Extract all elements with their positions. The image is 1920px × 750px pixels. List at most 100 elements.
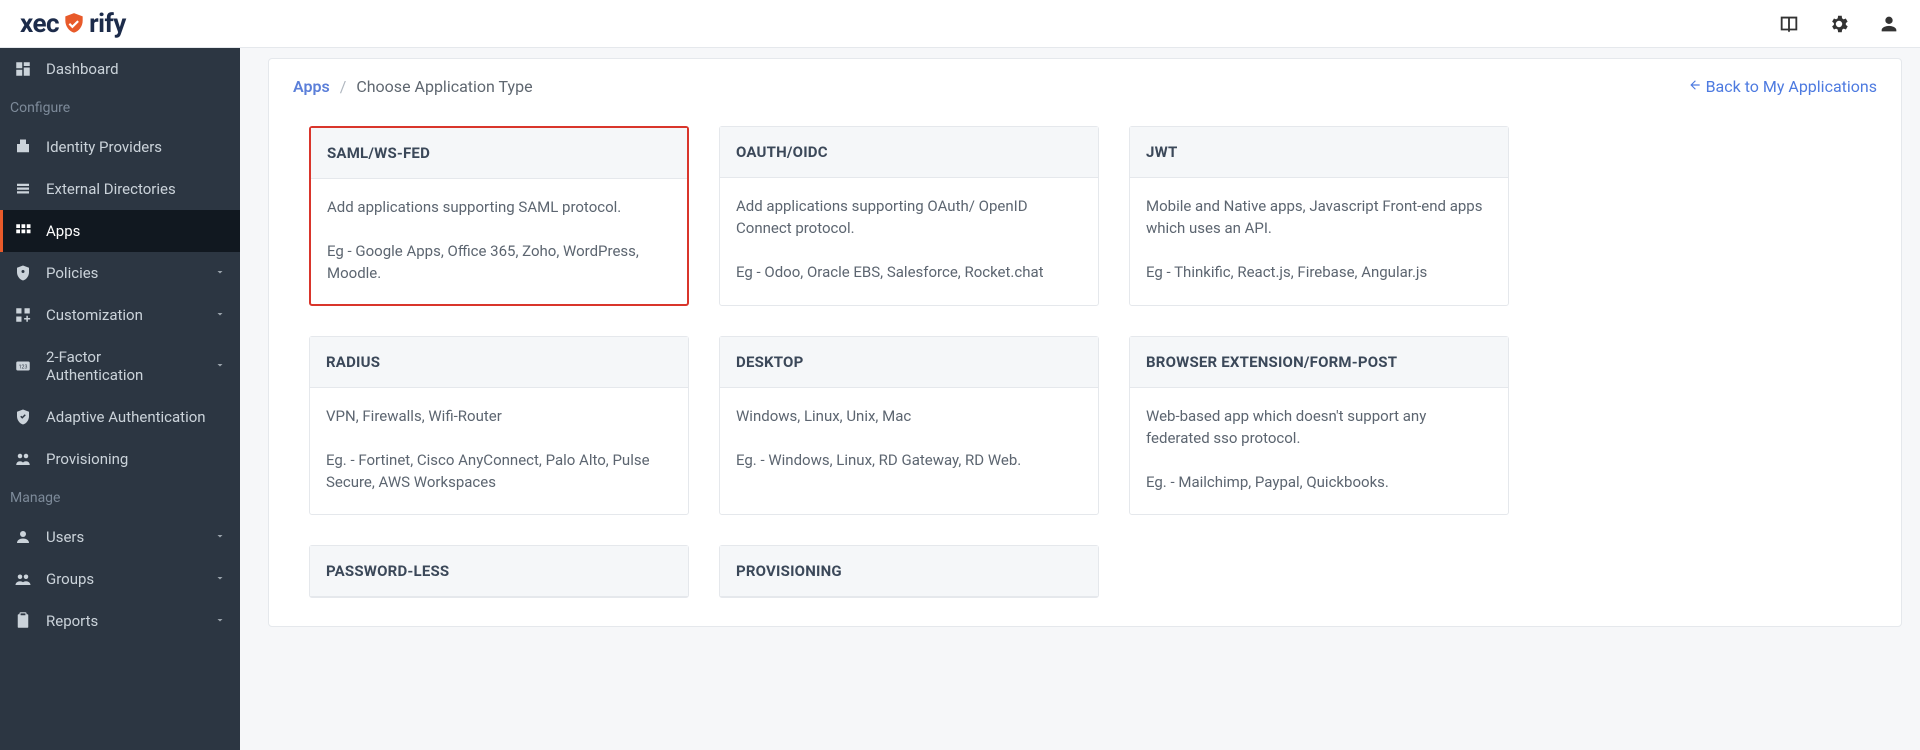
sidebar-item-reports[interactable]: Reports [0, 600, 240, 642]
dashboard-icon [14, 60, 32, 78]
sidebar: Dashboard Configure Identity Providers E… [0, 48, 240, 750]
card-example: Eg - Thinkific, React.js, Firebase, Angu… [1146, 262, 1492, 284]
sidebar-item-label: Groups [46, 570, 94, 588]
card-body: Windows, Linux, Unix, Mac Eg. - Windows,… [720, 388, 1098, 492]
breadcrumb-root[interactable]: Apps [293, 77, 330, 96]
card-browser-extension[interactable]: BROWSER EXTENSION/FORM-POST Web-based ap… [1129, 336, 1509, 514]
card-body: Mobile and Native apps, Javascript Front… [1130, 178, 1508, 303]
card-example: Eg. - Mailchimp, Paypal, Quickbooks. [1146, 472, 1492, 494]
sidebar-section-configure: Configure [0, 90, 240, 126]
card-example: Eg - Odoo, Oracle EBS, Salesforce, Rocke… [736, 262, 1082, 284]
card-title: SAML/WS-FED [311, 128, 687, 179]
shield-check-icon [14, 408, 32, 426]
card-desc: Add applications supporting SAML protoco… [327, 197, 671, 219]
list-icon [14, 180, 32, 198]
sidebar-item-label: Adaptive Authentication [46, 408, 206, 426]
back-link-label: Back to My Applications [1706, 77, 1877, 96]
topbar: xec rify [0, 0, 1920, 48]
app-type-grid: SAML/WS-FED Add applications supporting … [309, 126, 1509, 598]
back-to-apps-link[interactable]: Back to My Applications [1688, 77, 1877, 96]
apps-icon [14, 222, 32, 240]
docs-icon[interactable] [1778, 13, 1800, 35]
logo-text-pre: xec [20, 9, 59, 39]
chevron-down-icon [214, 528, 226, 546]
card-example: Eg. - Windows, Linux, RD Gateway, RD Web… [736, 450, 1082, 472]
sidebar-item-label: Provisioning [46, 450, 128, 468]
card-oauth[interactable]: OAUTH/OIDC Add applications supporting O… [719, 126, 1099, 306]
card-title: PROVISIONING [720, 546, 1098, 597]
gear-icon[interactable] [1828, 13, 1850, 35]
chevron-down-icon [214, 264, 226, 282]
card-body: Add applications supporting SAML protoco… [311, 179, 687, 304]
provisioning-icon [14, 450, 32, 468]
chevron-down-icon [214, 306, 226, 324]
sidebar-item-policies[interactable]: Policies [0, 252, 240, 294]
card-saml[interactable]: SAML/WS-FED Add applications supporting … [309, 126, 689, 306]
sidebar-item-customization[interactable]: Customization [0, 294, 240, 336]
customize-icon [14, 306, 32, 324]
card-provisioning[interactable]: PROVISIONING [719, 545, 1099, 598]
panel: Apps / Choose Application Type Back to M… [268, 58, 1902, 627]
sidebar-item-label: 2-Factor Authentication [46, 348, 200, 384]
briefcase-icon [14, 138, 32, 156]
sidebar-section-manage: Manage [0, 480, 240, 516]
card-desktop[interactable]: DESKTOP Windows, Linux, Unix, Mac Eg. - … [719, 336, 1099, 514]
breadcrumb-sep: / [340, 77, 347, 96]
reports-icon [14, 612, 32, 630]
card-body: Add applications supporting OAuth/ OpenI… [720, 178, 1098, 303]
user-icon[interactable] [1878, 13, 1900, 35]
sidebar-item-adaptive-auth[interactable]: Adaptive Authentication [0, 396, 240, 438]
sidebar-item-label: Identity Providers [46, 138, 162, 156]
card-title: PASSWORD-LESS [310, 546, 688, 597]
shield-icon [61, 11, 87, 37]
card-desc: Windows, Linux, Unix, Mac [736, 406, 1082, 428]
chevron-down-icon [214, 357, 226, 375]
user-icon [14, 528, 32, 546]
svg-text:123: 123 [19, 364, 28, 370]
sidebar-item-groups[interactable]: Groups [0, 558, 240, 600]
chevron-down-icon [214, 612, 226, 630]
sidebar-item-apps[interactable]: Apps [0, 210, 240, 252]
chevron-down-icon [214, 570, 226, 588]
two-factor-icon: 123 [14, 357, 32, 375]
card-desc: Mobile and Native apps, Javascript Front… [1146, 196, 1492, 240]
breadcrumb-row: Apps / Choose Application Type Back to M… [293, 77, 1877, 96]
card-title: DESKTOP [720, 337, 1098, 388]
sidebar-item-identity-providers[interactable]: Identity Providers [0, 126, 240, 168]
card-body: Web-based app which doesn't support any … [1130, 388, 1508, 513]
sidebar-item-label: Apps [46, 222, 80, 240]
card-desc: Web-based app which doesn't support any … [1146, 406, 1492, 450]
sidebar-item-label: External Directories [46, 180, 176, 198]
card-title: OAUTH/OIDC [720, 127, 1098, 178]
topbar-actions [1778, 13, 1900, 35]
sidebar-item-label: Reports [46, 612, 98, 630]
sidebar-item-provisioning[interactable]: Provisioning [0, 438, 240, 480]
card-example: Eg - Google Apps, Office 365, Zoho, Word… [327, 241, 671, 285]
sidebar-item-2fa[interactable]: 123 2-Factor Authentication [0, 336, 240, 396]
breadcrumb: Apps / Choose Application Type [293, 77, 533, 96]
card-jwt[interactable]: JWT Mobile and Native apps, Javascript F… [1129, 126, 1509, 306]
card-title: BROWSER EXTENSION/FORM-POST [1130, 337, 1508, 388]
groups-icon [14, 570, 32, 588]
logo-text-post: rify [89, 9, 126, 39]
sidebar-item-label: Customization [46, 306, 143, 324]
sidebar-item-label: Users [46, 528, 84, 546]
sidebar-item-users[interactable]: Users [0, 516, 240, 558]
card-title: RADIUS [310, 337, 688, 388]
card-title: JWT [1130, 127, 1508, 178]
breadcrumb-current: Choose Application Type [356, 77, 532, 96]
card-desc: VPN, Firewalls, Wifi-Router [326, 406, 672, 428]
policy-icon [14, 264, 32, 282]
sidebar-item-label: Policies [46, 264, 98, 282]
card-body: VPN, Firewalls, Wifi-Router Eg. - Fortin… [310, 388, 688, 513]
sidebar-item-dashboard[interactable]: Dashboard [0, 48, 240, 90]
main-content: Apps / Choose Application Type Back to M… [240, 48, 1920, 750]
sidebar-item-label: Dashboard [46, 60, 119, 78]
card-radius[interactable]: RADIUS VPN, Firewalls, Wifi-Router Eg. -… [309, 336, 689, 514]
card-desc: Add applications supporting OAuth/ OpenI… [736, 196, 1082, 240]
card-example: Eg. - Fortinet, Cisco AnyConnect, Palo A… [326, 450, 672, 494]
sidebar-item-external-directories[interactable]: External Directories [0, 168, 240, 210]
logo[interactable]: xec rify [20, 9, 126, 39]
card-passwordless[interactable]: PASSWORD-LESS [309, 545, 689, 598]
arrow-left-icon [1688, 77, 1702, 96]
